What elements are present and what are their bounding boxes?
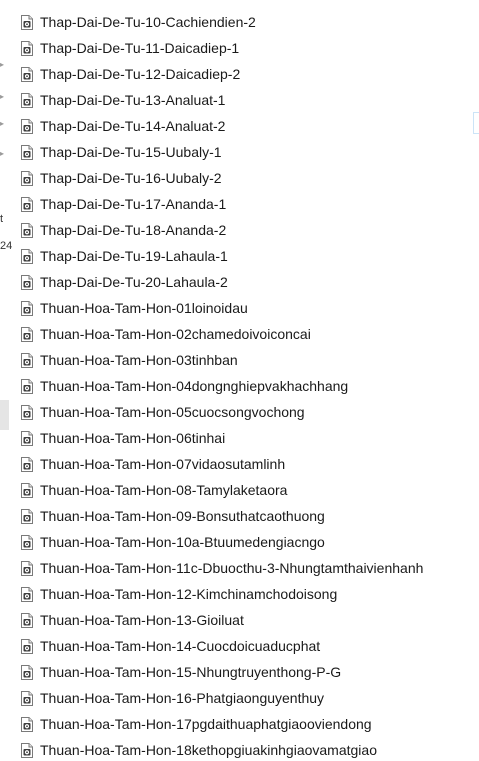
file-name-label: Thap-Dai-De-Tu-17-Ananda-1 [40, 196, 227, 212]
file-row[interactable]: Thuan-Hoa-Tam-Hon-12-Kimchinamchodoisong [20, 581, 423, 607]
file-name-label: Thuan-Hoa-Tam-Hon-02chamedoivoiconcai [40, 326, 311, 342]
file-row[interactable]: Thuan-Hoa-Tam-Hon-13-Gioiluat [20, 607, 423, 633]
audio-file-icon [21, 170, 33, 186]
file-list: Thap-Dai-De-Tu-10-Cachiendien-2 Thap-Dai-… [20, 9, 423, 761]
audio-file-icon [21, 300, 33, 316]
file-explorer-window: ▸ ▸ ▸ ▸ t 24 Thap-Dai-De-Tu-10-Cachiendi… [0, 0, 479, 761]
file-name-label: Thuan-Hoa-Tam-Hon-12-Kimchinamchodoisong [40, 586, 338, 602]
file-name-label: Thap-Dai-De-Tu-19-Lahaula-1 [40, 248, 228, 264]
file-row[interactable]: Thap-Dai-De-Tu-18-Ananda-2 [20, 217, 423, 243]
file-name-label: Thuan-Hoa-Tam-Hon-10a-Btuumedengiacngo [40, 534, 325, 550]
file-name-label: Thuan-Hoa-Tam-Hon-03tinhban [40, 352, 238, 368]
file-name-label: Thap-Dai-De-Tu-15-Uubaly-1 [40, 144, 222, 160]
file-name-label: Thuan-Hoa-Tam-Hon-04dongnghiepvakhachhan… [40, 378, 349, 394]
chevron-right-icon[interactable]: ▸ [0, 150, 4, 158]
file-name-label: Thuan-Hoa-Tam-Hon-18kethopgiuakinhgiaova… [40, 742, 377, 758]
file-row[interactable]: Thuan-Hoa-Tam-Hon-15-Nhungtruyenthong-P-… [20, 659, 423, 685]
chevron-right-icon[interactable]: ▸ [0, 120, 4, 128]
audio-file-icon [21, 560, 33, 576]
file-row[interactable]: Thap-Dai-De-Tu-13-Analuat-1 [20, 87, 423, 113]
audio-file-icon [21, 586, 33, 602]
chevron-right-icon[interactable]: ▸ [0, 93, 4, 101]
file-name-label: Thuan-Hoa-Tam-Hon-05cuocsongvochong [40, 404, 305, 420]
nav-selection-highlight [0, 400, 9, 430]
file-name-label: Thuan-Hoa-Tam-Hon-14-Cuocdoicuaducphat [40, 638, 321, 654]
file-name-label: Thap-Dai-De-Tu-13-Analuat-1 [40, 92, 226, 108]
audio-file-icon [21, 378, 33, 394]
column-edge-marker [473, 112, 479, 134]
file-name-label: Thuan-Hoa-Tam-Hon-16-Phatgiaonguyenthuy [40, 690, 325, 706]
file-row[interactable]: Thap-Dai-De-Tu-17-Ananda-1 [20, 191, 423, 217]
audio-file-icon [21, 274, 33, 290]
file-row[interactable]: Thuan-Hoa-Tam-Hon-01loinoidau [20, 295, 423, 321]
audio-file-icon [21, 638, 33, 654]
file-row[interactable]: Thuan-Hoa-Tam-Hon-17pgdaithuaphatgiaoovi… [20, 711, 423, 737]
audio-file-icon [21, 690, 33, 706]
file-row[interactable]: Thuan-Hoa-Tam-Hon-05cuocsongvochong [20, 399, 423, 425]
audio-file-icon [21, 196, 33, 212]
audio-file-icon [21, 664, 33, 680]
navigation-pane-edge: ▸ ▸ ▸ ▸ t 24 [0, 0, 14, 761]
file-row[interactable]: Thuan-Hoa-Tam-Hon-11c-Dbuocthu-3-Nhungta… [20, 555, 423, 581]
file-row[interactable]: Thuan-Hoa-Tam-Hon-14-Cuocdoicuaducphat [20, 633, 423, 659]
file-name-label: Thap-Dai-De-Tu-14-Analuat-2 [40, 118, 226, 134]
file-name-label: Thuan-Hoa-Tam-Hon-07vidaosutamlinh [40, 456, 286, 472]
file-name-label: Thuan-Hoa-Tam-Hon-13-Gioiluat [40, 612, 244, 628]
file-row[interactable]: Thuan-Hoa-Tam-Hon-18kethopgiuakinhgiaova… [20, 737, 423, 761]
file-row[interactable]: Thap-Dai-De-Tu-19-Lahaula-1 [20, 243, 423, 269]
audio-file-icon [21, 352, 33, 368]
file-name-label: Thap-Dai-De-Tu-11-Daicadiep-1 [40, 40, 240, 56]
file-name-label: Thuan-Hoa-Tam-Hon-08-Tamylaketaora [40, 482, 288, 498]
audio-file-icon [21, 404, 33, 420]
file-row[interactable]: Thuan-Hoa-Tam-Hon-08-Tamylaketaora [20, 477, 423, 503]
audio-file-icon [21, 92, 33, 108]
file-row[interactable]: Thuan-Hoa-Tam-Hon-03tinhban [20, 347, 423, 373]
file-row[interactable]: Thuan-Hoa-Tam-Hon-04dongnghiepvakhachhan… [20, 373, 423, 399]
file-row[interactable]: Thap-Dai-De-Tu-20-Lahaula-2 [20, 269, 423, 295]
audio-file-icon [21, 248, 33, 264]
audio-file-icon [21, 144, 33, 160]
audio-file-icon [21, 612, 33, 628]
file-row[interactable]: Thap-Dai-De-Tu-11-Daicadiep-1 [20, 35, 423, 61]
audio-file-icon [21, 508, 33, 524]
audio-file-icon [21, 456, 33, 472]
file-row[interactable]: Thuan-Hoa-Tam-Hon-16-Phatgiaonguyenthuy [20, 685, 423, 711]
file-row[interactable]: Thuan-Hoa-Tam-Hon-07vidaosutamlinh [20, 451, 423, 477]
file-name-label: Thuan-Hoa-Tam-Hon-11c-Dbuocthu-3-Nhungta… [40, 560, 424, 576]
file-row[interactable]: Thap-Dai-De-Tu-14-Analuat-2 [20, 113, 423, 139]
file-row[interactable]: Thuan-Hoa-Tam-Hon-09-Bonsuthatcaothuong [20, 503, 423, 529]
audio-file-icon [21, 66, 33, 82]
audio-file-icon [21, 118, 33, 134]
file-row[interactable]: Thuan-Hoa-Tam-Hon-10a-Btuumedengiacngo [20, 529, 423, 555]
file-name-label: Thap-Dai-De-Tu-16-Uubaly-2 [40, 170, 222, 186]
audio-file-icon [21, 716, 33, 732]
file-name-label: Thuan-Hoa-Tam-Hon-15-Nhungtruyenthong-P-… [40, 664, 342, 680]
audio-file-icon [21, 40, 33, 56]
file-name-label: Thuan-Hoa-Tam-Hon-06tinhai [40, 430, 226, 446]
file-name-label: Thuan-Hoa-Tam-Hon-01loinoidau [40, 300, 248, 316]
file-name-label: Thuan-Hoa-Tam-Hon-09-Bonsuthatcaothuong [40, 508, 325, 524]
file-row[interactable]: Thuan-Hoa-Tam-Hon-02chamedoivoiconcai [20, 321, 423, 347]
audio-file-icon [21, 482, 33, 498]
audio-file-icon [21, 534, 33, 550]
audio-file-icon [21, 326, 33, 342]
file-row[interactable]: Thap-Dai-De-Tu-12-Daicadiep-2 [20, 61, 423, 87]
nav-label-fragment: 24 [0, 240, 13, 252]
chevron-right-icon[interactable]: ▸ [0, 61, 4, 69]
audio-file-icon [21, 14, 33, 30]
file-row[interactable]: Thap-Dai-De-Tu-15-Uubaly-1 [20, 139, 423, 165]
audio-file-icon [21, 222, 33, 238]
file-row[interactable]: Thap-Dai-De-Tu-16-Uubaly-2 [20, 165, 423, 191]
audio-file-icon [21, 742, 33, 758]
file-name-label: Thap-Dai-De-Tu-10-Cachiendien-2 [40, 14, 256, 30]
file-name-label: Thap-Dai-De-Tu-12-Daicadiep-2 [40, 66, 241, 82]
file-name-label: Thap-Dai-De-Tu-18-Ananda-2 [40, 222, 227, 238]
audio-file-icon [21, 430, 33, 446]
nav-label-fragment: t [0, 213, 4, 225]
file-row[interactable]: Thuan-Hoa-Tam-Hon-06tinhai [20, 425, 423, 451]
file-name-label: Thuan-Hoa-Tam-Hon-17pgdaithuaphatgiaoovi… [40, 716, 372, 732]
file-name-label: Thap-Dai-De-Tu-20-Lahaula-2 [40, 274, 228, 290]
file-row[interactable]: Thap-Dai-De-Tu-10-Cachiendien-2 [20, 9, 423, 35]
